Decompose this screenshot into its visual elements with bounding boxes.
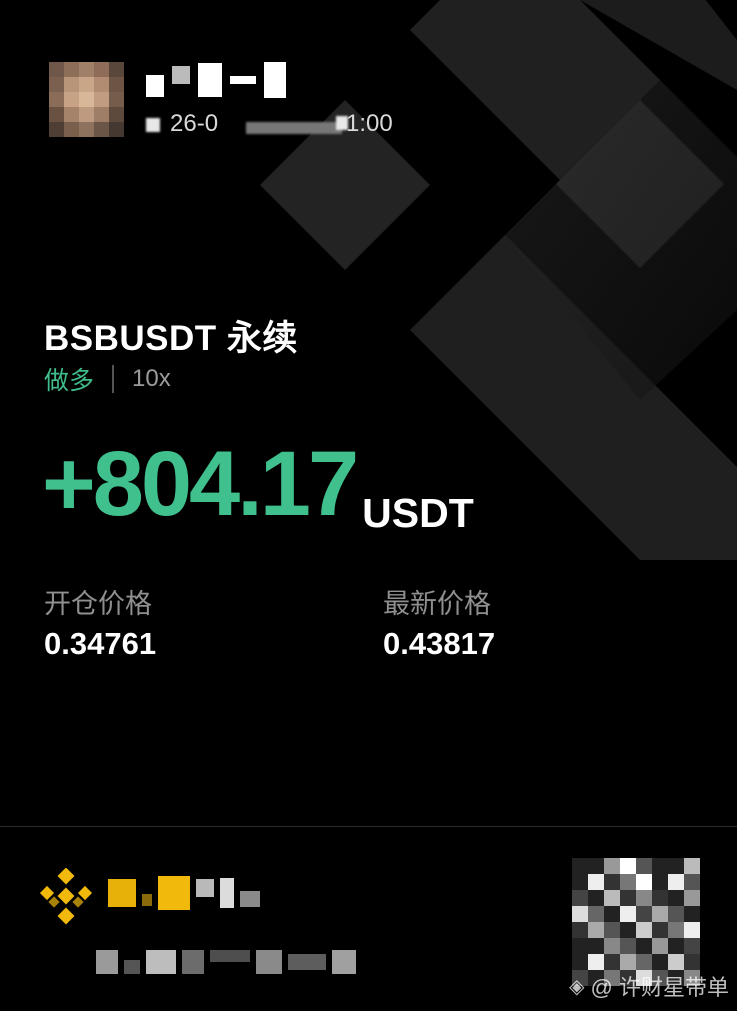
weibo-icon: ◈ bbox=[569, 975, 585, 998]
position-side-row: 做多 10x bbox=[44, 361, 171, 397]
pnl-unit: USDT bbox=[362, 490, 474, 536]
entry-price-value: 0.34761 bbox=[44, 626, 157, 661]
timestamp-time-fragment: 1:00 bbox=[346, 110, 393, 137]
username bbox=[146, 60, 286, 100]
timestamp: 26-0 1:00 bbox=[146, 110, 406, 138]
binance-logo-icon bbox=[39, 868, 93, 925]
qr-code bbox=[572, 858, 700, 986]
last-price-value: 0.43817 bbox=[383, 626, 496, 661]
divider bbox=[112, 365, 115, 393]
watermark-text: @ 许财星带单 bbox=[590, 975, 729, 1000]
pnl-value: +804.17 bbox=[42, 433, 359, 535]
entry-price-label: 开仓价格 bbox=[44, 589, 152, 619]
brand-name bbox=[108, 876, 260, 910]
promo-text bbox=[96, 950, 356, 974]
leverage: 10x bbox=[132, 365, 171, 392]
watermark: ◈ @ 许财星带单 bbox=[569, 970, 729, 1002]
contract-symbol: BSBUSDT 永续 bbox=[44, 319, 298, 358]
timestamp-date-fragment: 26-0 bbox=[170, 110, 219, 137]
pnl: +804.17 USDT bbox=[42, 432, 474, 537]
last-price-label: 最新价格 bbox=[383, 589, 491, 619]
footer-divider bbox=[0, 826, 737, 827]
avatar bbox=[49, 62, 124, 137]
position-side: 做多 bbox=[44, 367, 95, 395]
